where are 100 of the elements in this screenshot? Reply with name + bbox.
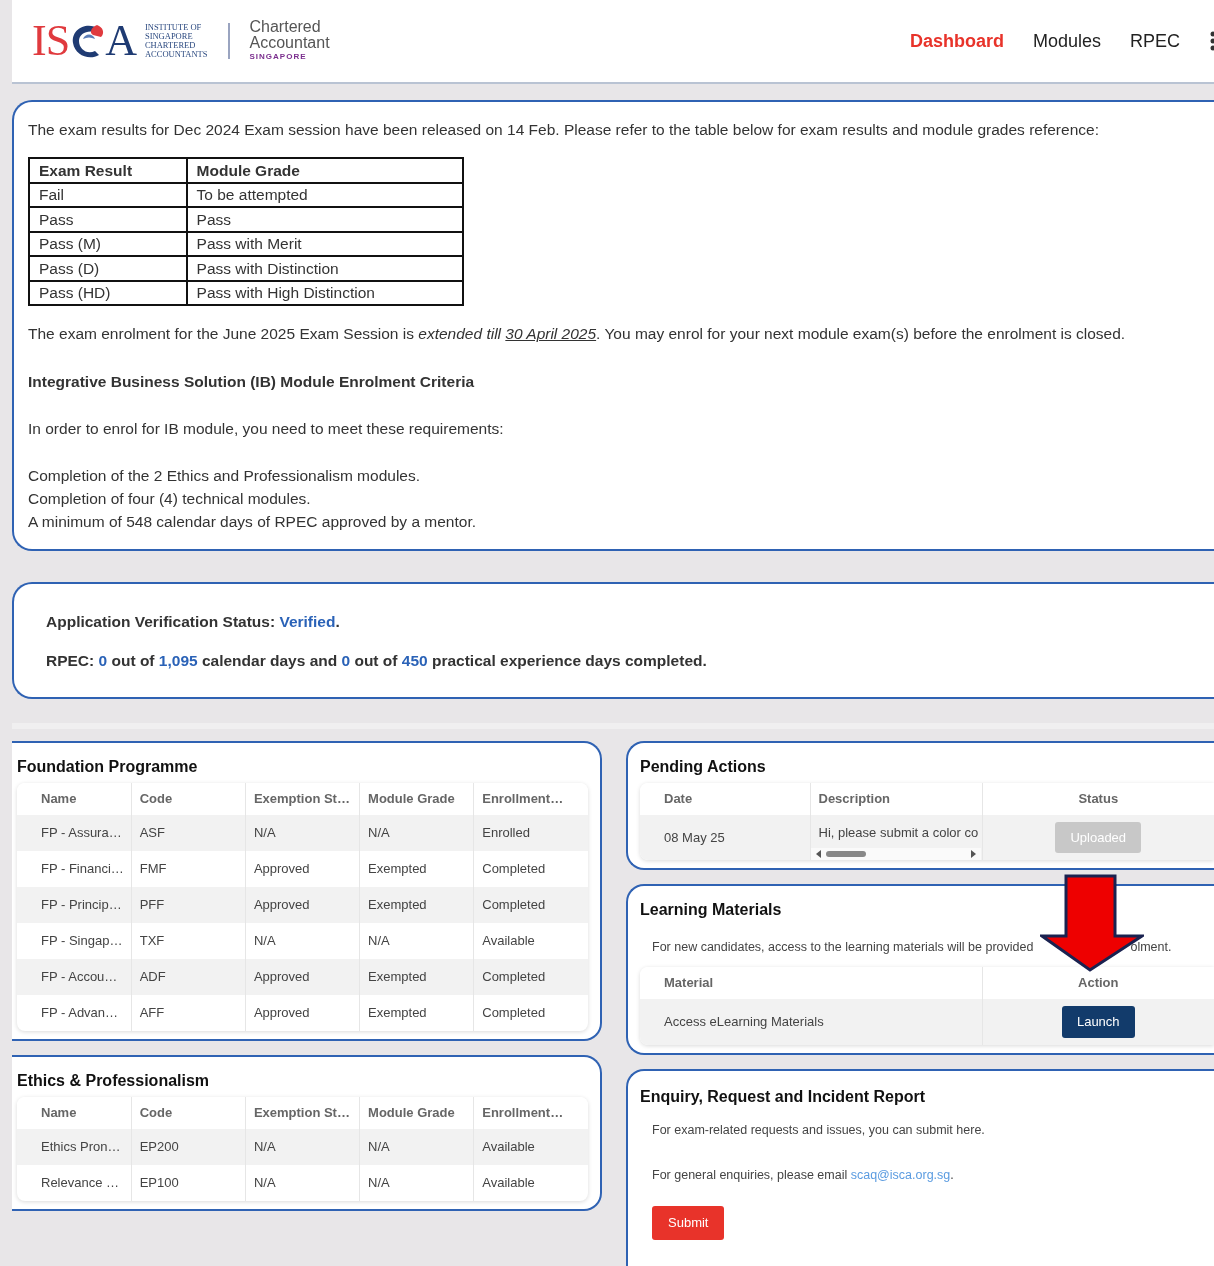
verification-status: Application Verification Status: Verified.: [46, 612, 341, 632]
table-cell: Approved: [245, 886, 360, 923]
logo-title: Chartered Accountant: [249, 19, 330, 51]
table-cell: Exempted: [359, 958, 474, 995]
table-cell: N/A: [359, 814, 474, 851]
table-cell: Exempted: [359, 886, 474, 923]
logo-letters: A: [105, 19, 137, 63]
table-cell: N/A: [245, 1128, 360, 1165]
table-cell: N/A: [245, 922, 360, 959]
table-cell: Completed: [473, 994, 588, 1031]
table-cell: Available: [473, 1164, 588, 1201]
table-cell: Available: [473, 1128, 588, 1165]
table-cell: Pass with Distinction: [186, 256, 463, 281]
table-cell-text: Hi, please submit a color co: [818, 823, 980, 842]
note-text: For new candidates, access to the learning materials will be provided: [652, 939, 1034, 956]
table-cell: AFF: [131, 994, 246, 1031]
table-cell: EP200: [131, 1128, 246, 1165]
table-cell: Pass: [186, 207, 463, 232]
table-cell: Approved: [245, 994, 360, 1031]
logo-subtitle: INSTITUTE OF SINGAPORE CHARTERED ACCOUNTANTS: [144, 23, 208, 59]
table-cell: FMF: [131, 850, 246, 887]
table-cell: Pass: [29, 207, 187, 232]
table-cell: Ethics Pron…: [17, 1128, 132, 1165]
intro-text: The exam results for Dec 2024 Exam session have been released on 14 Feb. Please refer to the table below for exam results and module grades reference:: [28, 120, 1100, 140]
table-cell: Pass (HD): [29, 280, 187, 306]
table-cell: PFF: [131, 886, 246, 923]
column-header: Module Grade: [359, 782, 474, 815]
column-header: Module Grade: [359, 1096, 474, 1129]
table-cell: Access eLearning Materials: [640, 998, 982, 1045]
enrolment-notice: The exam enrolment for the June 2025 Exam Session is extended till 30 April 2025. You may enrol for your next module exam(s) before the enrolment is closed.: [28, 324, 1127, 345]
column-header: Code: [131, 1096, 246, 1129]
submit-button[interactable]: Submit: [652, 1206, 725, 1240]
rpec-summary: RPEC: 0 out of 1,095 calendar days and 0 out of 450 practical experience days completed.: [46, 651, 708, 672]
column-header: Name: [17, 1096, 132, 1129]
table-cell: FP - Financi…: [17, 850, 132, 887]
table-cell: Available: [473, 922, 588, 959]
table-cell: ADF: [131, 958, 246, 995]
column-header: Enrollment…: [473, 1096, 588, 1129]
column-header: Description: [810, 782, 982, 815]
table-cell: FP - Princip…: [17, 886, 132, 923]
table-cell: Fail: [29, 182, 187, 208]
column-header: Action: [982, 966, 1214, 999]
table-cell: Pass (M): [29, 231, 187, 257]
table-cell: Approved: [245, 850, 360, 887]
info-text: For exam-related requests and issues, you can submit here.: [651, 1121, 986, 1139]
column-header: Date: [640, 782, 810, 815]
card-title: Enquiry, Request and Incident Report: [640, 1086, 927, 1107]
table-cell: Completed: [473, 958, 588, 995]
note-text: olment.: [1130, 939, 1172, 956]
table-cell: 08 May 25: [640, 814, 810, 860]
logo-caption: SINGAPORE: [249, 51, 308, 63]
column-header: Material: [640, 966, 982, 999]
table-cell: N/A: [245, 1164, 360, 1201]
table-cell: N/A: [359, 1164, 474, 1201]
table-cell: Completed: [473, 886, 588, 923]
column-header: Module Grade: [186, 158, 463, 183]
table-cell: EP100: [131, 1164, 246, 1201]
column-header: Status: [982, 782, 1214, 815]
table-cell: FP - Assura…: [17, 814, 132, 851]
nav-link[interactable]: Modules: [1032, 27, 1101, 55]
table-cell: TXF: [131, 922, 246, 959]
nav-link[interactable]: Dashboard: [909, 27, 1004, 55]
table-cell: Pass with Merit: [186, 231, 463, 257]
table-cell: N/A: [359, 1128, 474, 1165]
card-title: Pending Actions: [640, 756, 767, 777]
column-header: Exam Result: [29, 158, 187, 183]
criteria-heading: Integrative Business Solution (IB) Module Enrolment Criteria: [28, 371, 476, 392]
table-cell: N/A: [245, 814, 360, 851]
table-cell: Approved: [245, 958, 360, 995]
column-header: Name: [17, 782, 132, 815]
table-cell: N/A: [359, 922, 474, 959]
table-cell: Pass (D): [29, 256, 187, 281]
table-cell: To be attempted: [186, 182, 463, 208]
requirement-text: Completion of four (4) technical modules.: [28, 489, 312, 509]
table-cell: Pass with High Distinction: [186, 280, 463, 306]
table-cell: FP - Singap…: [17, 922, 132, 959]
launch-button[interactable]: Launch: [1061, 1006, 1135, 1038]
card-title: Foundation Programme: [17, 756, 199, 777]
column-header: Exemption St…: [245, 782, 360, 815]
table-cell: ASF: [131, 814, 246, 851]
criteria-intro: In order to enrol for IB module, you need to meet these requirements:: [28, 418, 505, 439]
column-header: Code: [131, 782, 246, 815]
table-cell: FP - Advan…: [17, 994, 132, 1031]
table-cell: Exempted: [359, 850, 474, 887]
card-title: Learning Materials: [640, 900, 783, 920]
column-header: Exemption St…: [245, 1096, 360, 1129]
requirement-text: A minimum of 548 calendar days of RPEC approved by a mentor.: [28, 512, 477, 532]
table-cell: FP - Accou…: [17, 958, 132, 995]
nav-link[interactable]: RPEC: [1130, 27, 1180, 55]
table-cell: Enrolled: [473, 814, 588, 851]
logo-letters: IS: [32, 19, 70, 63]
table-cell: Relevance …: [17, 1164, 132, 1201]
more-icon[interactable]: [1210, 29, 1214, 53]
scrollbar[interactable]: [810, 848, 981, 860]
card-title: Ethics & Professionalism: [17, 1070, 211, 1091]
requirement-text: Completion of the 2 Ethics and Professionalism modules.: [28, 466, 421, 486]
table-cell: Exempted: [359, 994, 474, 1031]
info-text: For general enquiries, please email scaq@isca.org.sg.: [651, 1166, 955, 1184]
column-header: Enrollment…: [473, 782, 588, 815]
table-cell: Completed: [473, 850, 588, 887]
